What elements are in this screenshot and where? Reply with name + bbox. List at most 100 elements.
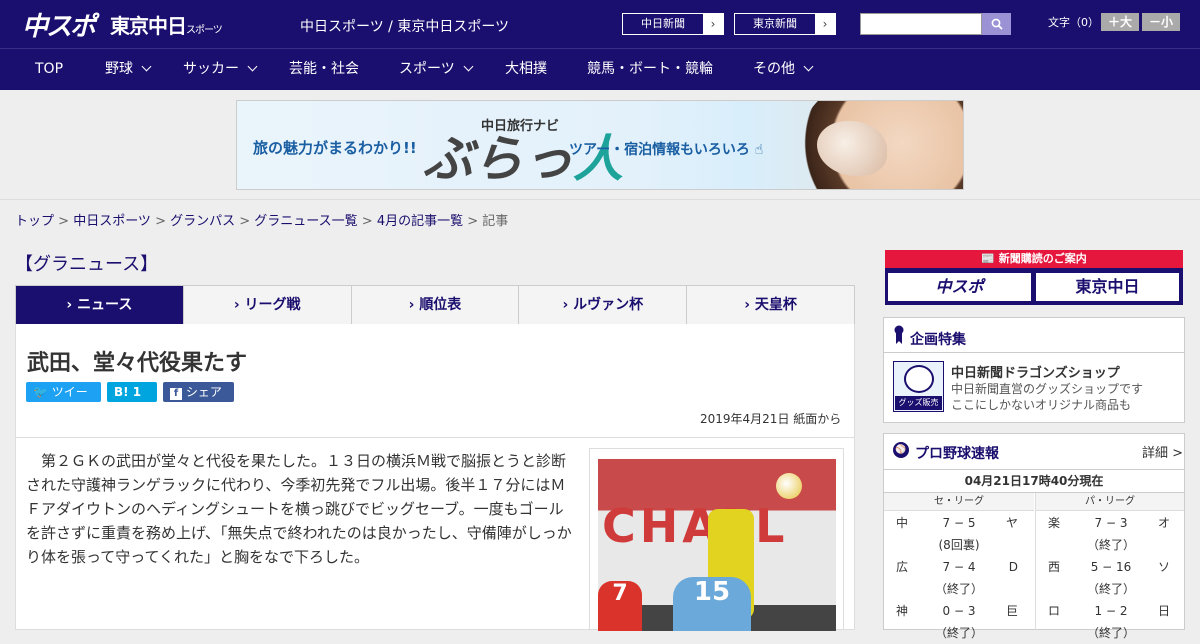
nav-item-top[interactable]: TOP bbox=[35, 49, 63, 89]
away-team: オ bbox=[1157, 516, 1170, 530]
shop-desc-line: ここにしかないオリジナル商品も bbox=[951, 398, 1132, 412]
nav-item-sports[interactable]: スポーツ bbox=[399, 49, 474, 89]
subscribe-title-text: 新聞購読のご案内 bbox=[998, 252, 1087, 265]
nav-item-other[interactable]: その他 bbox=[753, 49, 814, 89]
baseball-timestamp: 04月21日17時40分現在 bbox=[884, 469, 1184, 493]
newspaper-icon: 📰 bbox=[981, 252, 995, 265]
game-central-1[interactable]: 中7 − 5ヤ (8回裏) bbox=[884, 512, 1034, 556]
doala-mascot-icon bbox=[904, 365, 934, 393]
tokyo-logo-text: 東京中日 bbox=[110, 14, 187, 38]
divider bbox=[884, 352, 1184, 353]
chevron-down-icon bbox=[247, 61, 258, 72]
article-body: 第２ＧＫの武田が堂々と代役を果たした。１３日の横浜Ｍ戦で脳振とうと診断された守護… bbox=[26, 452, 572, 566]
tab-league[interactable]: › リーグ戦 bbox=[184, 286, 352, 324]
tweet-button[interactable]: 🐦 ツイート bbox=[26, 382, 101, 419]
facebook-icon: f bbox=[170, 388, 182, 400]
article-photo[interactable]: CHALL 15 7 bbox=[589, 448, 844, 631]
search-icon bbox=[991, 18, 1003, 30]
nav-label: サッカー bbox=[183, 61, 239, 77]
photo-player-7: 7 bbox=[598, 581, 642, 631]
category-tabs: › ニュース › リーグ戦 › 順位表 › ルヴァン杯 › 天皇杯 bbox=[15, 285, 855, 332]
hatena-bookmark-button[interactable]: B! 1 bbox=[107, 382, 157, 402]
nav-label: TOP bbox=[35, 61, 64, 77]
dragons-shop-link[interactable]: 中日新聞ドラゴンズショップ bbox=[951, 362, 1120, 381]
article-headline: 武田、堂々代役果たす bbox=[27, 351, 248, 376]
font-bigger-button[interactable]: ＋大 bbox=[1101, 13, 1139, 31]
facebook-share-button[interactable]: f シェア 8 bbox=[163, 382, 234, 419]
nav-label: 競馬・ボート・競輪 bbox=[587, 61, 713, 77]
breadcrumb: トップ > 中日スポーツ > グランパス > グラニュース一覧 > 4月の記事一… bbox=[15, 214, 509, 229]
chunichi-shimbun-link[interactable]: 中日新聞 › bbox=[622, 13, 724, 35]
ext-link-label: 東京新聞 bbox=[753, 17, 797, 30]
game-status: （終了） bbox=[934, 626, 983, 640]
article-date: 2019年4月21日 紙面から bbox=[700, 412, 842, 426]
away-team: ソ bbox=[1157, 560, 1170, 574]
photo-player-15: 15 bbox=[673, 577, 751, 631]
shop-badge: グッズ販売中 bbox=[895, 396, 942, 421]
chevron-down-icon bbox=[141, 61, 152, 72]
chevron-down-icon bbox=[803, 61, 814, 72]
nav-item-sumo[interactable]: 大相撲 bbox=[505, 49, 547, 89]
baseball-icon: ⚾ bbox=[893, 442, 909, 458]
dragons-shop-image[interactable]: グッズ販売中 bbox=[893, 361, 944, 421]
chevron-down-icon bbox=[463, 61, 474, 72]
away-team: 日 bbox=[1157, 604, 1170, 618]
tokyo-chunichi-logo[interactable]: 東京中日スポーツ bbox=[110, 10, 223, 39]
chuspo-logo[interactable]: 中スポ bbox=[22, 6, 96, 43]
banner-tagline: ツアー・宿泊情報もいろいろ ☝ bbox=[569, 139, 763, 159]
subscribe-title: 📰 新聞購読のご案内 bbox=[885, 250, 1183, 268]
divider bbox=[16, 437, 854, 438]
font-smaller-button[interactable]: －小 bbox=[1142, 13, 1180, 31]
nav-item-entertainment[interactable]: 芸能・社会 bbox=[289, 49, 359, 89]
site-title: 中日スポーツ / 東京中日スポーツ bbox=[300, 19, 510, 35]
subscribe-chuspo[interactable]: 中スポ bbox=[888, 273, 1031, 301]
nav-item-soccer[interactable]: サッカー bbox=[183, 49, 258, 89]
game-central-3[interactable]: 神0 − 3巨 （終了） bbox=[884, 600, 1034, 644]
game-status: （終了） bbox=[1086, 538, 1135, 552]
nav-item-racing[interactable]: 競馬・ボート・競輪 bbox=[587, 49, 713, 89]
pacific-league-label: パ・リーグ bbox=[1036, 493, 1184, 511]
hatena-label: B! 1 bbox=[114, 385, 142, 399]
tokyo-shimbun-link[interactable]: 東京新聞 › bbox=[734, 13, 836, 35]
travel-ad-banner[interactable]: 旅の魅力がまるわかり!! 中日旅行ナビ ぶらっ人 ツアー・宿泊情報もいろいろ ☝ bbox=[236, 100, 964, 190]
banner-lead-text: 旅の魅力がまるわかり!! bbox=[253, 139, 417, 157]
breadcrumb-grampus[interactable]: グランパス bbox=[170, 214, 235, 229]
chevron-right-icon: › bbox=[703, 14, 723, 34]
breadcrumb-current: 記事 bbox=[482, 214, 509, 229]
twitter-icon: 🐦 bbox=[33, 385, 48, 399]
game-pacific-3[interactable]: ロ1 − 2日 （終了） bbox=[1036, 600, 1186, 644]
tab-emperors-cup[interactable]: › 天皇杯 bbox=[687, 286, 854, 324]
away-team: D bbox=[1008, 560, 1018, 574]
tab-standings[interactable]: › 順位表 bbox=[352, 286, 520, 324]
breadcrumb-april-list[interactable]: 4月の記事一覧 bbox=[377, 214, 463, 229]
shop-desc-line: 中日新聞直営のグッズショップです bbox=[951, 382, 1144, 396]
nav-label: 大相撲 bbox=[505, 61, 547, 77]
game-central-2[interactable]: 広7 − 4D （終了） bbox=[884, 556, 1034, 600]
game-status: （終了） bbox=[934, 582, 983, 596]
banner-tag-text: ツアー・宿泊情報もいろいろ bbox=[569, 142, 750, 158]
game-pacific-2[interactable]: 西5 − 16 ソ （終了） bbox=[1036, 556, 1186, 600]
subscribe-tokyo-chunichi[interactable]: 東京中日 bbox=[1036, 273, 1179, 301]
game-status: （終了） bbox=[1086, 626, 1135, 640]
game-pacific-1[interactable]: 楽7 − 3オ （終了） bbox=[1036, 512, 1186, 556]
tab-label: 順位表 bbox=[419, 297, 462, 313]
pointing-hand-icon: ☝ bbox=[754, 142, 764, 158]
nav-item-baseball[interactable]: 野球 bbox=[105, 49, 152, 89]
tab-news[interactable]: › ニュース bbox=[16, 286, 184, 332]
ext-link-label: 中日新聞 bbox=[641, 17, 685, 30]
nav-label: その他 bbox=[753, 61, 795, 77]
nav-label: 野球 bbox=[105, 61, 133, 77]
baseball-detail-link[interactable]: 詳細 > bbox=[1142, 442, 1183, 461]
breadcrumb-news-list[interactable]: グラニュース一覧 bbox=[254, 214, 357, 229]
main-nav: TOP 野球 サッカー 芸能・社会 スポーツ 大相撲 競馬・ボート・競輪 その他 bbox=[0, 48, 1200, 90]
banner-brand-a: ぶらっ bbox=[423, 129, 573, 188]
game-status: (8回裏) bbox=[938, 538, 980, 552]
chevron-right-icon: › bbox=[815, 14, 835, 34]
goalkeeper-photo: CHALL 15 7 bbox=[598, 459, 836, 631]
search-button[interactable] bbox=[982, 13, 1011, 35]
breadcrumb-top[interactable]: トップ bbox=[15, 214, 54, 229]
tab-label: リーグ戦 bbox=[244, 297, 301, 313]
tab-levain-cup[interactable]: › ルヴァン杯 bbox=[519, 286, 688, 324]
breadcrumb-chuspo[interactable]: 中日スポーツ bbox=[73, 214, 151, 229]
search-input[interactable] bbox=[860, 13, 982, 35]
